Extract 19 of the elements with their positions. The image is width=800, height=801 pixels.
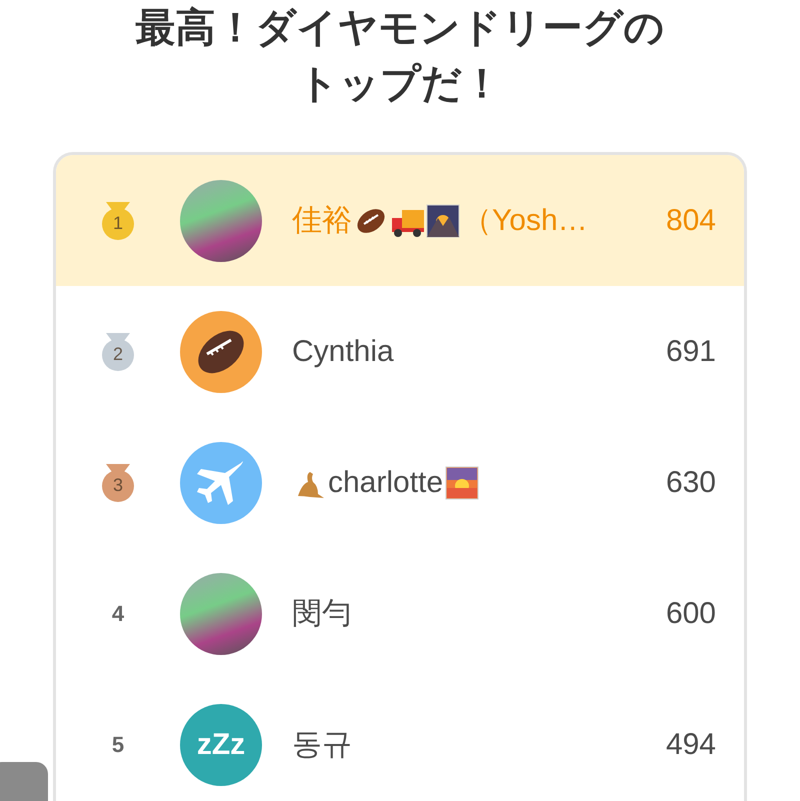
rank-number: 5: [112, 732, 124, 758]
leaderboard-row[interactable]: 1 佳裕 （Yosh… 804: [56, 155, 744, 286]
user-name: Cynthia: [292, 334, 394, 368]
page-heading: トップだ！: [298, 60, 502, 109]
score-value: 494: [666, 728, 717, 762]
user-name: （Yosh…: [462, 203, 588, 239]
score-value: 691: [666, 334, 717, 368]
rank-number: 4: [112, 600, 124, 626]
user-name: 동규: [292, 727, 352, 763]
mountain-sunrise-icon: [426, 204, 460, 238]
sunset-icon: [445, 466, 480, 500]
user-name: charlotte: [328, 466, 444, 500]
user-name: 佳裕: [292, 203, 352, 239]
user-name: 閔勻: [292, 596, 352, 632]
score-value: 630: [666, 466, 717, 500]
avatar-text: zZz: [180, 704, 262, 786]
score-value: 600: [666, 596, 717, 630]
page-heading: 最高！ダイヤモンドリーグの: [136, 4, 664, 53]
score-value: 804: [666, 204, 717, 238]
